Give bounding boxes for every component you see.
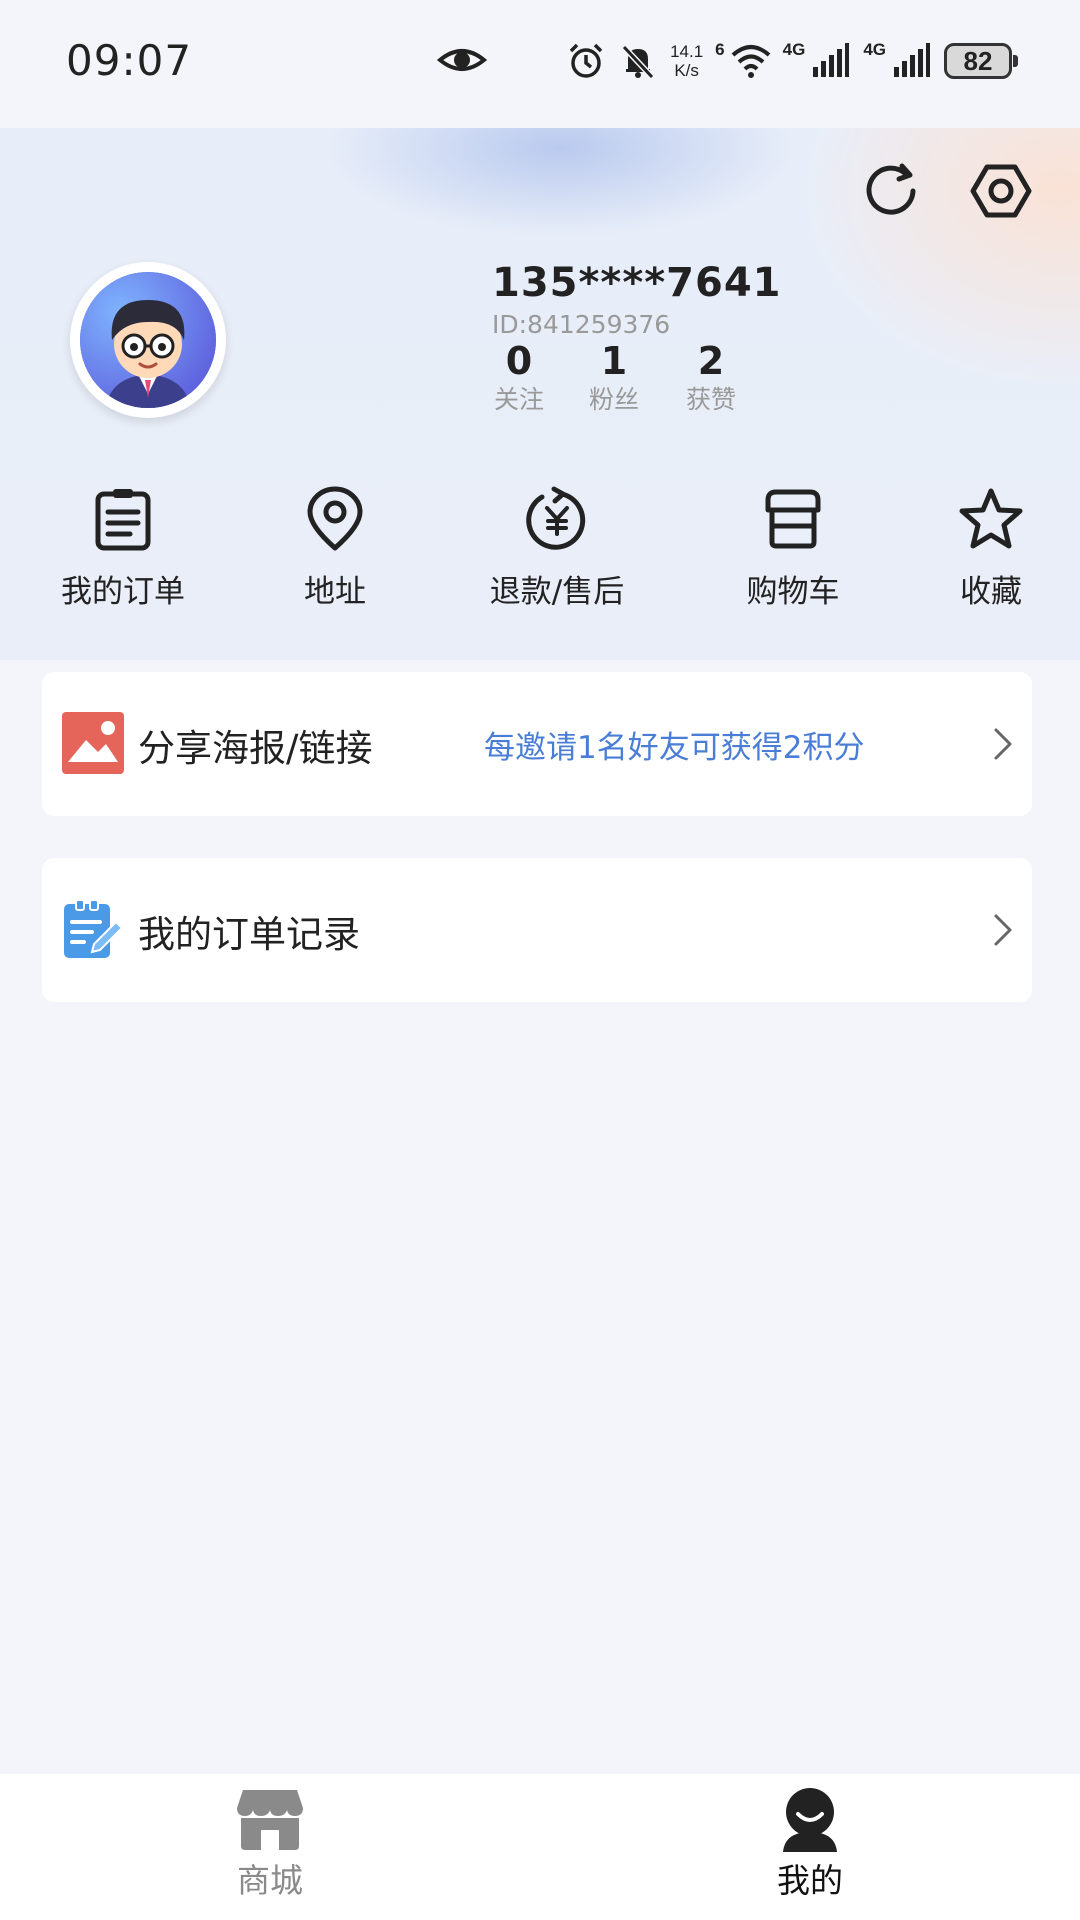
quick-action-label: 我的订单: [61, 574, 185, 610]
stat-value: 0: [505, 339, 533, 383]
store-box-icon: [765, 489, 821, 549]
quick-action-my-orders[interactable]: 我的订单: [56, 486, 190, 611]
status-time: 09:07: [66, 36, 193, 85]
stat-value: 1: [600, 339, 628, 383]
chevron-right-icon: [994, 914, 1012, 946]
bottom-nav: 商城 我的: [0, 1774, 1080, 1920]
user-icon: [783, 1788, 837, 1852]
location-pin-icon: [307, 486, 363, 551]
eye-icon: [436, 49, 488, 71]
order-records-title: 我的订单记录: [138, 913, 360, 956]
share-poster-card[interactable]: 分享海报/链接 每邀请1名好友可获得2积分: [42, 672, 1032, 816]
stat-value: 2: [697, 339, 725, 383]
quick-action-label: 购物车: [746, 574, 840, 610]
refresh-icon[interactable]: [858, 158, 924, 224]
sim1-label: 4G: [782, 40, 806, 59]
sim2-label: 4G: [863, 40, 886, 59]
nav-label: 我的: [777, 1861, 843, 1900]
nav-label: 商城: [237, 1861, 303, 1900]
stat-label: 粉丝: [588, 385, 639, 414]
wifi-label: 6: [715, 40, 725, 59]
quick-action-label: 地址: [304, 574, 366, 610]
phone-number: 135****7641: [492, 260, 782, 306]
quick-action-label: 退款/售后: [489, 574, 625, 610]
net-speed: 14.1 K/s: [670, 42, 703, 80]
stat-follow[interactable]: 0 关注: [474, 338, 564, 416]
stat-label: 获赞: [685, 385, 736, 414]
mute-icon: [621, 44, 655, 80]
nav-tab-mine[interactable]: 我的: [750, 1786, 870, 1902]
quick-action-favorites[interactable]: 收藏: [948, 486, 1034, 611]
notepad-edit-icon: [64, 899, 124, 958]
battery-level: 82: [963, 45, 993, 76]
signal-icon: [894, 43, 930, 77]
nav-tab-shop[interactable]: 商城: [210, 1786, 330, 1902]
quick-action-address[interactable]: 地址: [290, 486, 380, 611]
avatar-image: [80, 272, 216, 408]
settings-icon[interactable]: [968, 158, 1034, 224]
quick-action-refund[interactable]: 退款/售后: [482, 486, 632, 611]
avatar[interactable]: [70, 262, 226, 418]
signal-icon: [813, 43, 850, 77]
quick-action-cart[interactable]: 购物车: [740, 486, 846, 611]
chevron-right-icon: [994, 728, 1012, 760]
order-records-card[interactable]: 我的订单记录: [42, 858, 1032, 1002]
profile-header: 135****7641 ID:841259376 0 关注 1 粉丝 2 获赞 …: [0, 128, 1080, 660]
share-card-hint: 每邀请1名好友可获得2积分: [484, 730, 865, 766]
alarm-icon: [569, 43, 603, 78]
net-speed-unit: K/s: [674, 61, 699, 80]
refund-icon: [526, 486, 586, 550]
quick-action-label: 收藏: [960, 574, 1022, 610]
user-id: ID:841259376: [492, 310, 671, 339]
stat-likes[interactable]: 2 获赞: [666, 338, 756, 416]
wifi-icon: [731, 45, 770, 78]
battery-icon: 82: [944, 43, 1018, 79]
image-icon: [62, 712, 124, 774]
status-icons: 14.1 K/s 6 4G 4G 82: [566, 36, 1018, 86]
shop-icon: [237, 1790, 303, 1850]
stat-fans[interactable]: 1 粉丝: [569, 338, 659, 416]
stat-label: 关注: [493, 385, 544, 414]
net-speed-value: 14.1: [670, 42, 704, 61]
share-card-title: 分享海报/链接: [138, 727, 373, 770]
clipboard-icon: [95, 489, 151, 551]
star-icon: [959, 488, 1023, 549]
status-bar: 09:07 14.1 K/s 6 4G 4G 82: [0, 0, 1080, 128]
